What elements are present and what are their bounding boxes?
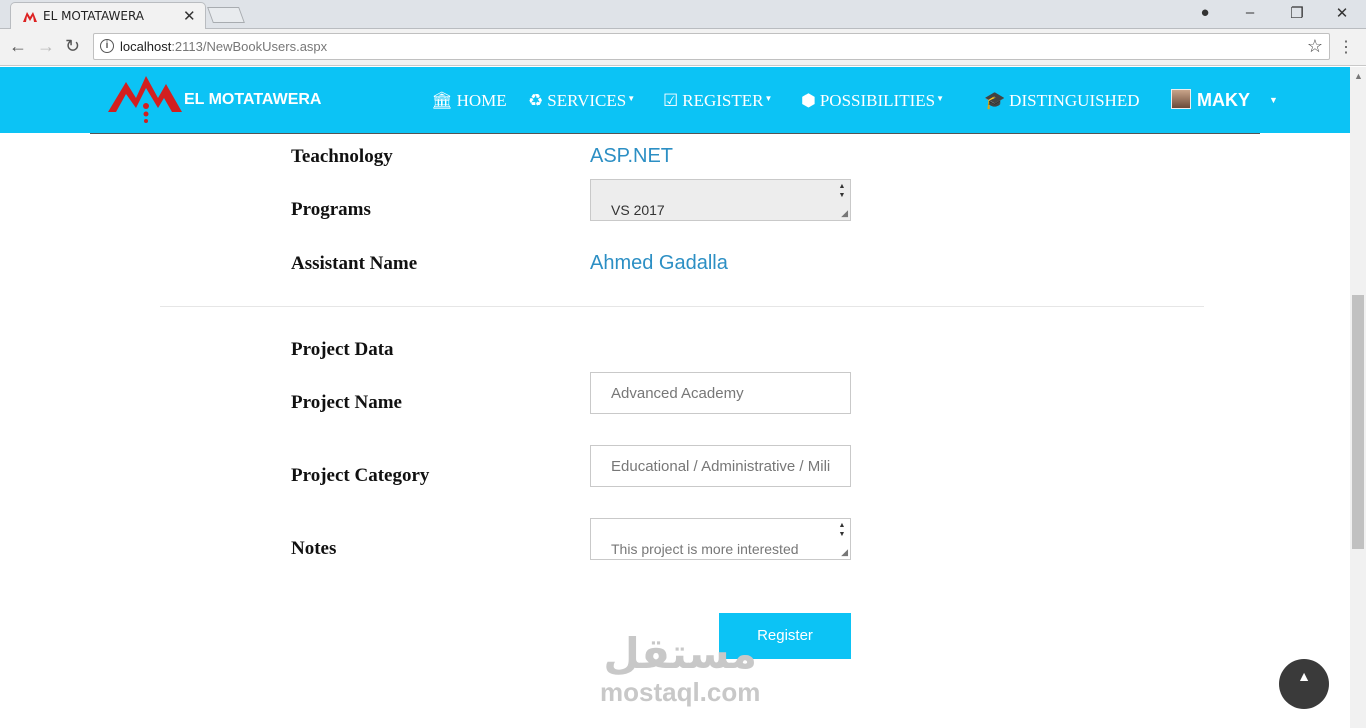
textarea-spin-icon[interactable]: ▲ ▼ bbox=[836, 521, 848, 539]
bookmark-star-icon[interactable]: ☆ bbox=[1307, 36, 1323, 57]
profile-icon[interactable]: ● bbox=[1185, 4, 1225, 21]
assistant-label: Assistant Name bbox=[291, 253, 418, 274]
reload-icon[interactable]: ↻ bbox=[65, 36, 80, 57]
programs-label: Programs bbox=[291, 199, 371, 220]
mostaql-watermark: مستقل mostaql.com bbox=[600, 629, 761, 707]
chevron-up-icon: ▲ bbox=[1297, 668, 1311, 684]
info-icon[interactable]: i bbox=[100, 39, 114, 53]
close-window-icon[interactable]: ✕ bbox=[1322, 4, 1362, 22]
programs-textarea: VS 2017 ▲ ▼ ◢ bbox=[590, 179, 851, 221]
caret-down-icon: ▼ bbox=[764, 94, 773, 103]
scroll-to-top-button[interactable]: ▲ bbox=[1279, 659, 1329, 709]
scrollbar-thumb[interactable] bbox=[1352, 295, 1364, 549]
project-name-label: Project Name bbox=[291, 392, 402, 413]
nav-distinguished[interactable]: 🎓 DISTINGUISHED bbox=[984, 91, 1140, 111]
nav-home[interactable]: 🏛 HOME bbox=[431, 91, 507, 111]
browser-tab[interactable]: EL MOTATAWERA ✕ bbox=[10, 2, 206, 30]
nav-possibilities[interactable]: ⬢ POSSIBILITIES▼ bbox=[801, 91, 944, 111]
new-tab-button[interactable] bbox=[207, 7, 245, 23]
browser-tabstrip: EL MOTATAWERA ✕ ● – ❐ ✕ bbox=[0, 0, 1366, 30]
cubes-icon: ⬢ bbox=[801, 91, 816, 110]
site-navbar: EL MOTATAWERA 🏛 HOME ♻ SERVICES▼ ☑ REGISTER… bbox=[0, 67, 1350, 133]
project-name-input[interactable]: Advanced Academy bbox=[590, 372, 851, 414]
page-viewport: EL MOTATAWERA 🏛 HOME ♻ SERVICES▼ ☑ REGISTER… bbox=[0, 67, 1350, 728]
graduation-cap-icon: 🎓 bbox=[984, 91, 1006, 110]
minimize-icon[interactable]: – bbox=[1230, 4, 1270, 21]
watermark-arabic: مستقل bbox=[603, 629, 757, 678]
nav-services[interactable]: ♻ SERVICES▼ bbox=[528, 91, 635, 111]
project-category-input[interactable]: Educational / Administrative / Mili bbox=[590, 445, 851, 487]
watermark-latin: mostaql.com bbox=[600, 677, 761, 707]
caret-down-icon: ▼ bbox=[936, 94, 944, 103]
caret-down-icon: ▼ bbox=[627, 94, 636, 103]
scroll-up-icon[interactable]: ▲ bbox=[1354, 71, 1363, 81]
navbar-divider bbox=[90, 133, 1260, 134]
notes-label: Notes bbox=[291, 538, 337, 559]
technology-value: ASP.NET bbox=[590, 145, 673, 167]
site-logo-icon[interactable] bbox=[106, 72, 182, 133]
project-section-title: Project Data bbox=[291, 339, 394, 360]
back-icon[interactable]: ← bbox=[9, 36, 27, 57]
close-tab-icon[interactable]: ✕ bbox=[183, 7, 196, 25]
section-divider bbox=[160, 306, 1204, 307]
restore-icon[interactable]: ❐ bbox=[1277, 4, 1317, 22]
technology-label: Teachnology bbox=[291, 146, 393, 167]
brand-name[interactable]: EL MOTATAWERA bbox=[184, 91, 321, 109]
browser-menu-icon[interactable]: ⋮ bbox=[1338, 37, 1354, 57]
project-category-label: Project Category bbox=[291, 465, 430, 486]
recycle-icon: ♻ bbox=[528, 91, 544, 110]
check-square-icon: ☑ bbox=[663, 91, 679, 110]
page-scrollbar[interactable]: ▲ bbox=[1350, 67, 1366, 728]
user-menu-caret-icon[interactable]: ▼ bbox=[1269, 95, 1278, 105]
resize-grip-icon[interactable]: ◢ bbox=[841, 208, 848, 219]
tab-title: EL MOTATAWERA bbox=[43, 9, 145, 23]
url-text: localhost:2113/NewBookUsers.aspx bbox=[120, 39, 328, 54]
nav-register[interactable]: ☑ REGISTER▼ bbox=[663, 91, 772, 111]
notes-textarea[interactable]: This project is more interested ▲ ▼ ◢ bbox=[590, 518, 851, 560]
textarea-spin-icon[interactable]: ▲ ▼ bbox=[836, 182, 848, 200]
forward-icon[interactable]: → bbox=[37, 36, 55, 57]
browser-toolbar: ← → ↻ i localhost:2113/NewBookUsers.aspx… bbox=[0, 29, 1366, 66]
bank-icon: 🏛 bbox=[431, 91, 453, 110]
address-bar[interactable]: i localhost:2113/NewBookUsers.aspx ☆ bbox=[93, 33, 1330, 60]
nav-user[interactable]: MAKY bbox=[1171, 89, 1250, 111]
avatar bbox=[1171, 89, 1191, 109]
assistant-value: Ahmed Gadalla bbox=[590, 252, 728, 274]
resize-grip-icon[interactable]: ◢ bbox=[841, 547, 848, 558]
site-favicon-icon bbox=[23, 9, 37, 27]
